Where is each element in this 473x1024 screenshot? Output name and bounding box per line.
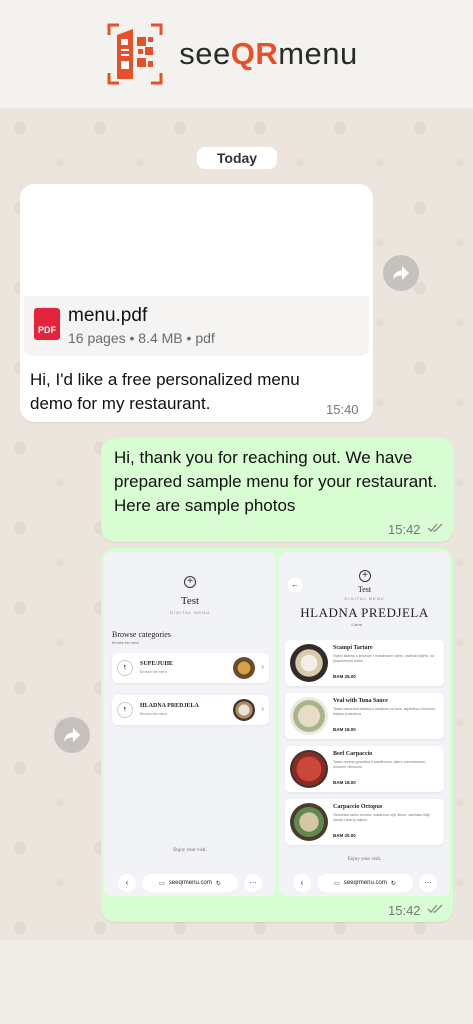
reload-icon: ↻: [215, 880, 221, 887]
dish-price: BAM 18.00: [333, 727, 356, 732]
shot-subtitle: DIGITAL MENU: [344, 596, 385, 601]
category-name: SUPE/JUHE: [140, 661, 174, 667]
footer-text: Enjoy your visit.: [173, 848, 207, 853]
dish-card[interactable]: Carpaccio Octopus Hobotnica tanko rezana…: [285, 799, 444, 845]
message-time: 15:42: [388, 522, 421, 537]
incoming-message-text: Hi, I'd like a free personalized menu de…: [30, 370, 300, 413]
forward-button[interactable]: [54, 717, 90, 753]
menu-screenshot-categories[interactable]: + Test DIGITAL MENU Browse categories Br…: [104, 552, 276, 896]
pdf-preview[interactable]: [24, 188, 369, 296]
browser-url-bar[interactable]: ‹ ▭ seeqrmenu.com ↻ ···: [293, 874, 438, 894]
dish-price: BAM 25.00: [333, 674, 356, 679]
forward-arrow-icon: [393, 266, 409, 280]
outgoing-message-bubble[interactable]: Hi, thank you for reaching out. We have …: [101, 438, 454, 542]
chevron-right-icon: ›: [261, 662, 264, 671]
double-check-icon: [427, 522, 443, 536]
dish-desc: Svježi škampi s limunom i maslinovim ulj…: [333, 654, 434, 663]
pdf-file-name: menu.pdf: [68, 305, 148, 326]
double-check-icon: [427, 903, 443, 917]
category-icon: ¶: [117, 660, 133, 676]
forward-arrow-icon: [64, 728, 80, 742]
incoming-message-bubble[interactable]: PDF menu.pdf 16 pages • 8.4 MB • pdf Hi,…: [20, 184, 373, 422]
dish-name: Scampi Tartare: [333, 645, 373, 651]
categories-heading: Browse categories: [112, 630, 171, 639]
brand-logo: seeQRmenu: [105, 21, 358, 87]
shot-title: Test: [357, 585, 372, 594]
dish-photo: [290, 697, 328, 735]
bottom-area: [0, 940, 473, 1024]
category-thumbnail: [233, 657, 255, 679]
qr-menu-logo-icon: [105, 21, 165, 87]
plus-icon: +: [359, 570, 371, 582]
more-icon[interactable]: ···: [244, 874, 262, 892]
message-time: 15:42: [388, 903, 421, 918]
dish-photo: [290, 803, 328, 841]
page-heading: HLADNA PREDJELA: [300, 605, 429, 620]
dish-price: BAM 20.00: [333, 833, 356, 838]
brand-name: seeQRmenu: [179, 36, 358, 71]
outgoing-image-bubble[interactable]: + Test DIGITAL MENU Browse categories Br…: [101, 548, 453, 922]
shot-title: Test: [180, 595, 200, 607]
url-field[interactable]: ▭ seeqrmenu.com ↻: [142, 874, 238, 892]
chevron-right-icon: ›: [261, 704, 264, 713]
footer-text: Enjoy your visit.: [347, 857, 382, 862]
category-card[interactable]: ¶ HLADNA PREDJELA Browse the menu ›: [112, 695, 269, 725]
tabs-icon: ▭: [334, 880, 340, 887]
category-desc: Browse the menu: [140, 712, 168, 716]
forward-button[interactable]: [383, 255, 419, 291]
more-icon[interactable]: ···: [419, 874, 437, 892]
dish-photo: [290, 750, 328, 788]
message-time: 15:40: [326, 402, 359, 417]
pdf-file-meta: 16 pages • 8.4 MB • pdf: [68, 330, 215, 346]
dish-price: BAM 18.00: [333, 780, 356, 785]
back-icon[interactable]: ‹: [118, 874, 136, 892]
dish-desc: Hobotnica tanko rezana, maslinovo ulje, …: [333, 813, 431, 822]
url-field[interactable]: ▭ seeqrmenu.com ↻: [317, 874, 413, 892]
dish-name: Beef Carpaccio: [333, 751, 373, 757]
dish-card[interactable]: Veal with Tuna Sauce Tanko narezana tele…: [285, 693, 444, 739]
outgoing-message-text: Hi, thank you for reaching out. We have …: [114, 448, 438, 515]
dish-desc: Tanko narezana teletina s umakom od tune…: [333, 707, 436, 716]
dish-name: Carpaccio Octopus: [333, 804, 383, 810]
plus-icon: +: [184, 576, 196, 588]
category-card[interactable]: ¶ SUPE/JUHE Browse the menu ›: [112, 653, 269, 683]
back-icon[interactable]: ‹: [293, 874, 311, 892]
categories-hint: Browse the menu: [112, 641, 140, 645]
shot-subtitle: DIGITAL MENU: [169, 610, 210, 615]
category-desc: Browse the menu: [140, 670, 168, 674]
dish-desc: Tanko rezana govedina s maslinovim uljem…: [333, 760, 427, 769]
browser-url-bar[interactable]: ‹ ▭ seeqrmenu.com ↻ ···: [118, 874, 263, 894]
category-thumbnail: [233, 699, 255, 721]
dish-card[interactable]: Scampi Tartare Svježi škampi s limunom i…: [285, 640, 444, 686]
reload-icon: ↻: [390, 880, 396, 887]
pdf-file-icon: PDF: [34, 308, 60, 340]
dish-card[interactable]: Beef Carpaccio Tanko rezana govedina s m…: [285, 746, 444, 792]
dish-photo: [290, 644, 328, 682]
category-name: HLADNA PREDJELA: [140, 703, 199, 709]
category-icon: ¶: [117, 702, 133, 718]
pdf-attachment[interactable]: PDF menu.pdf 16 pages • 8.4 MB • pdf: [24, 296, 369, 356]
menu-screenshot-dishes[interactable]: ← + Test DIGITAL MENU HLADNA PREDJELA 4 …: [279, 552, 450, 896]
tabs-icon: ▭: [159, 880, 165, 887]
items-count: 4 items: [351, 623, 363, 627]
app-header: seeQRmenu: [0, 0, 473, 108]
dish-name: Veal with Tuna Sauce: [333, 698, 388, 704]
date-divider: Today: [197, 147, 277, 169]
